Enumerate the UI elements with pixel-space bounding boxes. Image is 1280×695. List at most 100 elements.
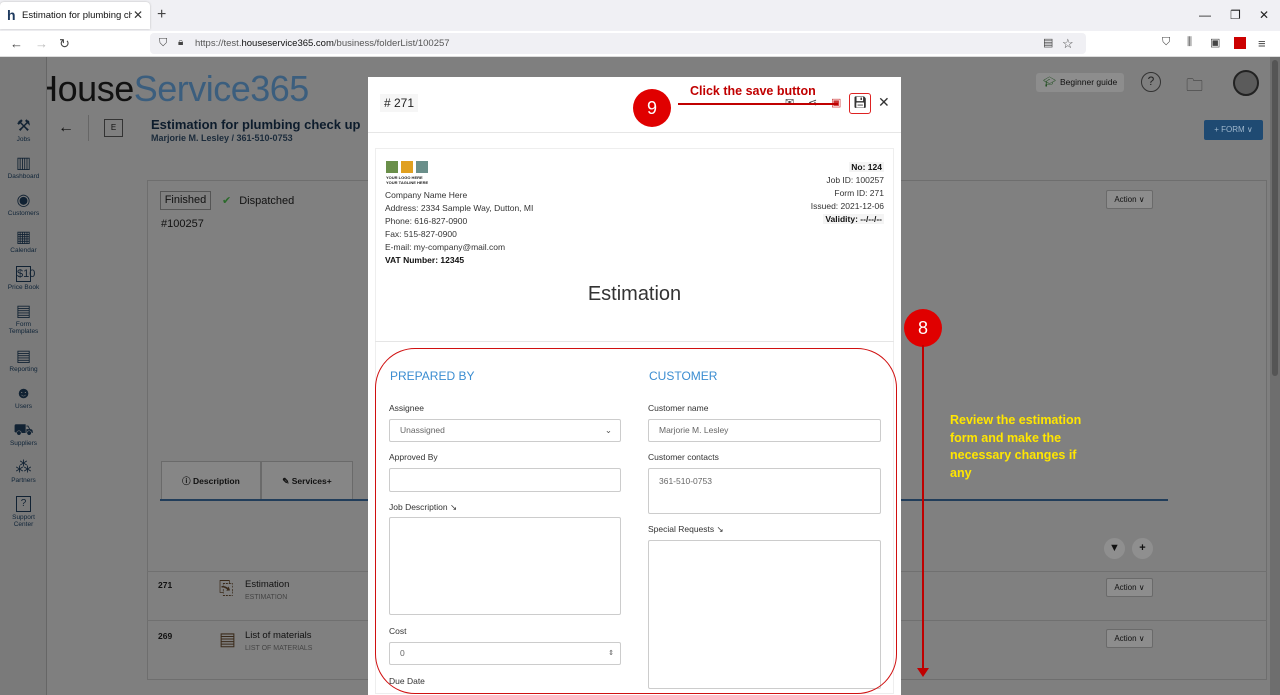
sidebar-icon[interactable]: ▣ (1210, 36, 1220, 49)
action-dropdown[interactable]: Action ∨ (1106, 578, 1153, 597)
dashboard-icon: ▥ (15, 155, 32, 172)
sidebar-item-users[interactable]: ☻ Users (2, 385, 45, 410)
document-title: Estimation (587, 283, 682, 305)
divider (375, 341, 894, 342)
forward-icon[interactable]: → (35, 36, 48, 51)
sidebar-item-dashboard[interactable]: ▥ Dashboard (2, 155, 45, 180)
info-icon: ⓘ (182, 476, 194, 486)
add-form-button[interactable]: + FORM ∨ (1204, 120, 1263, 140)
customers-icon: ◉ (16, 192, 31, 209)
company-logo-text: YOUR LOGO HERE YOUR TAGLINE HERE (386, 175, 428, 185)
row-title[interactable]: List of materials (245, 630, 312, 641)
sidebar-item-reporting[interactable]: ▤ Reporting (2, 348, 45, 373)
sidebar-item-partners[interactable]: ⁂ Partners (2, 459, 45, 484)
arrow-right-icon (678, 103, 838, 105)
add-icon[interactable]: + (1132, 538, 1153, 559)
new-tab-icon[interactable]: + (157, 6, 166, 24)
favicon-icon: h (7, 7, 16, 23)
back-arrow-icon[interactable]: ← (58, 119, 74, 137)
sidebar-item-suppliers[interactable]: ⛟ Suppliers (2, 422, 45, 447)
save-icon[interactable]: 💾︎ (849, 93, 871, 114)
doc-form-id: Form ID: 271 (834, 188, 884, 198)
divider (88, 115, 89, 141)
step-8-instruction: Review the estimation form and make the … (950, 413, 1082, 480)
price-book-icon: $10 (16, 266, 36, 282)
sidebar-label: Support (12, 514, 35, 521)
filter-icon[interactable]: ▼ (1104, 538, 1125, 559)
highlight-oval (375, 348, 897, 694)
step-9-instruction: Click the save button (690, 84, 816, 98)
shield-icon[interactable]: ⛉ (159, 37, 167, 50)
step-8-marker: 8 (904, 309, 942, 347)
row-id: 269 (158, 631, 173, 641)
pencil-icon: ✎ (282, 476, 292, 486)
bookmark-star-icon[interactable]: ☆ (1062, 36, 1074, 52)
sidebar-item-form-templates[interactable]: ▤ Form Templates (2, 303, 45, 335)
estimation-doc-icon: ⎘ (219, 578, 234, 598)
tab-title: Estimation for plumbing check (22, 10, 132, 21)
doc-issued: Issued: 2021-12-06 (810, 201, 884, 211)
sidebar-label: Dashboard (7, 173, 40, 180)
company-phone: Phone: 616-827-0900 (385, 216, 468, 226)
scrollbar-thumb[interactable] (1272, 60, 1278, 376)
logo-tagline: YOUR TAGLINE HERE (386, 180, 429, 185)
close-tab-icon[interactable]: ✕ (133, 8, 143, 22)
company-name: Company Name Here (385, 190, 468, 200)
row-subtitle: LIST OF MATERIALS (245, 645, 313, 652)
pocket-icon[interactable]: ⛉ (1162, 36, 1170, 49)
sidebar-item-customers[interactable]: ◉ Customers (2, 192, 45, 217)
doc-job-id: Job ID: 100257 (826, 175, 884, 185)
browser-tab[interactable]: h Estimation for plumbing check ✕ (0, 2, 150, 29)
page-subtitle: Marjorie M. Lesley / 361-510-0753 (151, 133, 293, 143)
tab-description[interactable]: ⓘ Description (161, 461, 261, 501)
action-dropdown[interactable]: Action ∨ (1106, 190, 1153, 209)
close-window-icon[interactable]: ✕ (1259, 8, 1269, 22)
browser-tab-bar (0, 0, 1280, 31)
avatar[interactable] (1233, 70, 1259, 96)
status-dispatched[interactable]: ✔ Dispatched (222, 194, 294, 207)
tab-label: Description (193, 476, 240, 486)
dispatched-label: Dispatched (239, 195, 295, 207)
beginner-guide-button[interactable]: 🎓︎ Beginner guide (1036, 73, 1124, 92)
back-icon[interactable]: ← (10, 36, 23, 51)
url-text[interactable]: https://test.houseservice365.com/busines… (195, 38, 450, 49)
sidebar-label: Suppliers (9, 440, 38, 447)
extension-icon[interactable] (1234, 37, 1246, 49)
minimize-icon[interactable]: — (1199, 8, 1211, 22)
action-dropdown[interactable]: Action ∨ (1106, 629, 1153, 648)
sidebar-label: Center (13, 521, 34, 528)
restore-icon[interactable]: ❐ (1230, 8, 1241, 22)
tools-icon: ⚒ (16, 118, 31, 135)
lock-icon[interactable]: 🔒︎ (178, 37, 183, 48)
folder-icon[interactable]: 🗀︎ (1186, 73, 1203, 102)
form-templates-icon: ▤ (15, 303, 32, 320)
sidebar-item-price-book[interactable]: $10 Price Book (2, 266, 45, 291)
sidebar-label: Templates (8, 328, 39, 335)
sidebar-item-jobs[interactable]: ⚒ Jobs (2, 118, 45, 143)
status-finished-badge[interactable]: Finished (160, 191, 211, 210)
menu-icon[interactable]: ≡ (1258, 36, 1266, 51)
sidebar-label: Calendar (10, 247, 37, 254)
library-icon[interactable]: ⫼ (1187, 36, 1192, 49)
sidebar (0, 57, 47, 695)
sidebar-item-support-center[interactable]: ? Support Center (2, 496, 45, 528)
row-title[interactable]: Estimation (245, 579, 289, 590)
doc-validity[interactable]: Validity: --/--/-- (823, 214, 884, 224)
app-logo[interactable]: hHouseService365 (7, 63, 309, 111)
sidebar-label: Form (15, 321, 32, 328)
row-id: 271 (158, 580, 173, 590)
reload-icon[interactable]: ↻ (59, 36, 70, 52)
materials-doc-icon: ▤ (219, 629, 237, 649)
step-9-marker: 9 (633, 89, 671, 127)
doc-no: No: 124 (849, 162, 884, 172)
reader-icon[interactable]: ▤ (1043, 36, 1053, 49)
sidebar-item-calendar[interactable]: ▦ Calendar (2, 229, 45, 254)
job-number: #100257 (161, 218, 204, 230)
sidebar-label: Partners (11, 477, 36, 484)
reporting-icon: ▤ (15, 348, 32, 365)
tab-services[interactable]: ✎ Services+ (261, 461, 353, 501)
company-vat: VAT Number: 12345 (385, 255, 465, 265)
close-modal-icon[interactable]: ✕ (878, 94, 890, 111)
company-fax: Fax: 515-827-0900 (385, 229, 457, 239)
help-icon[interactable]: ? (1141, 72, 1161, 92)
